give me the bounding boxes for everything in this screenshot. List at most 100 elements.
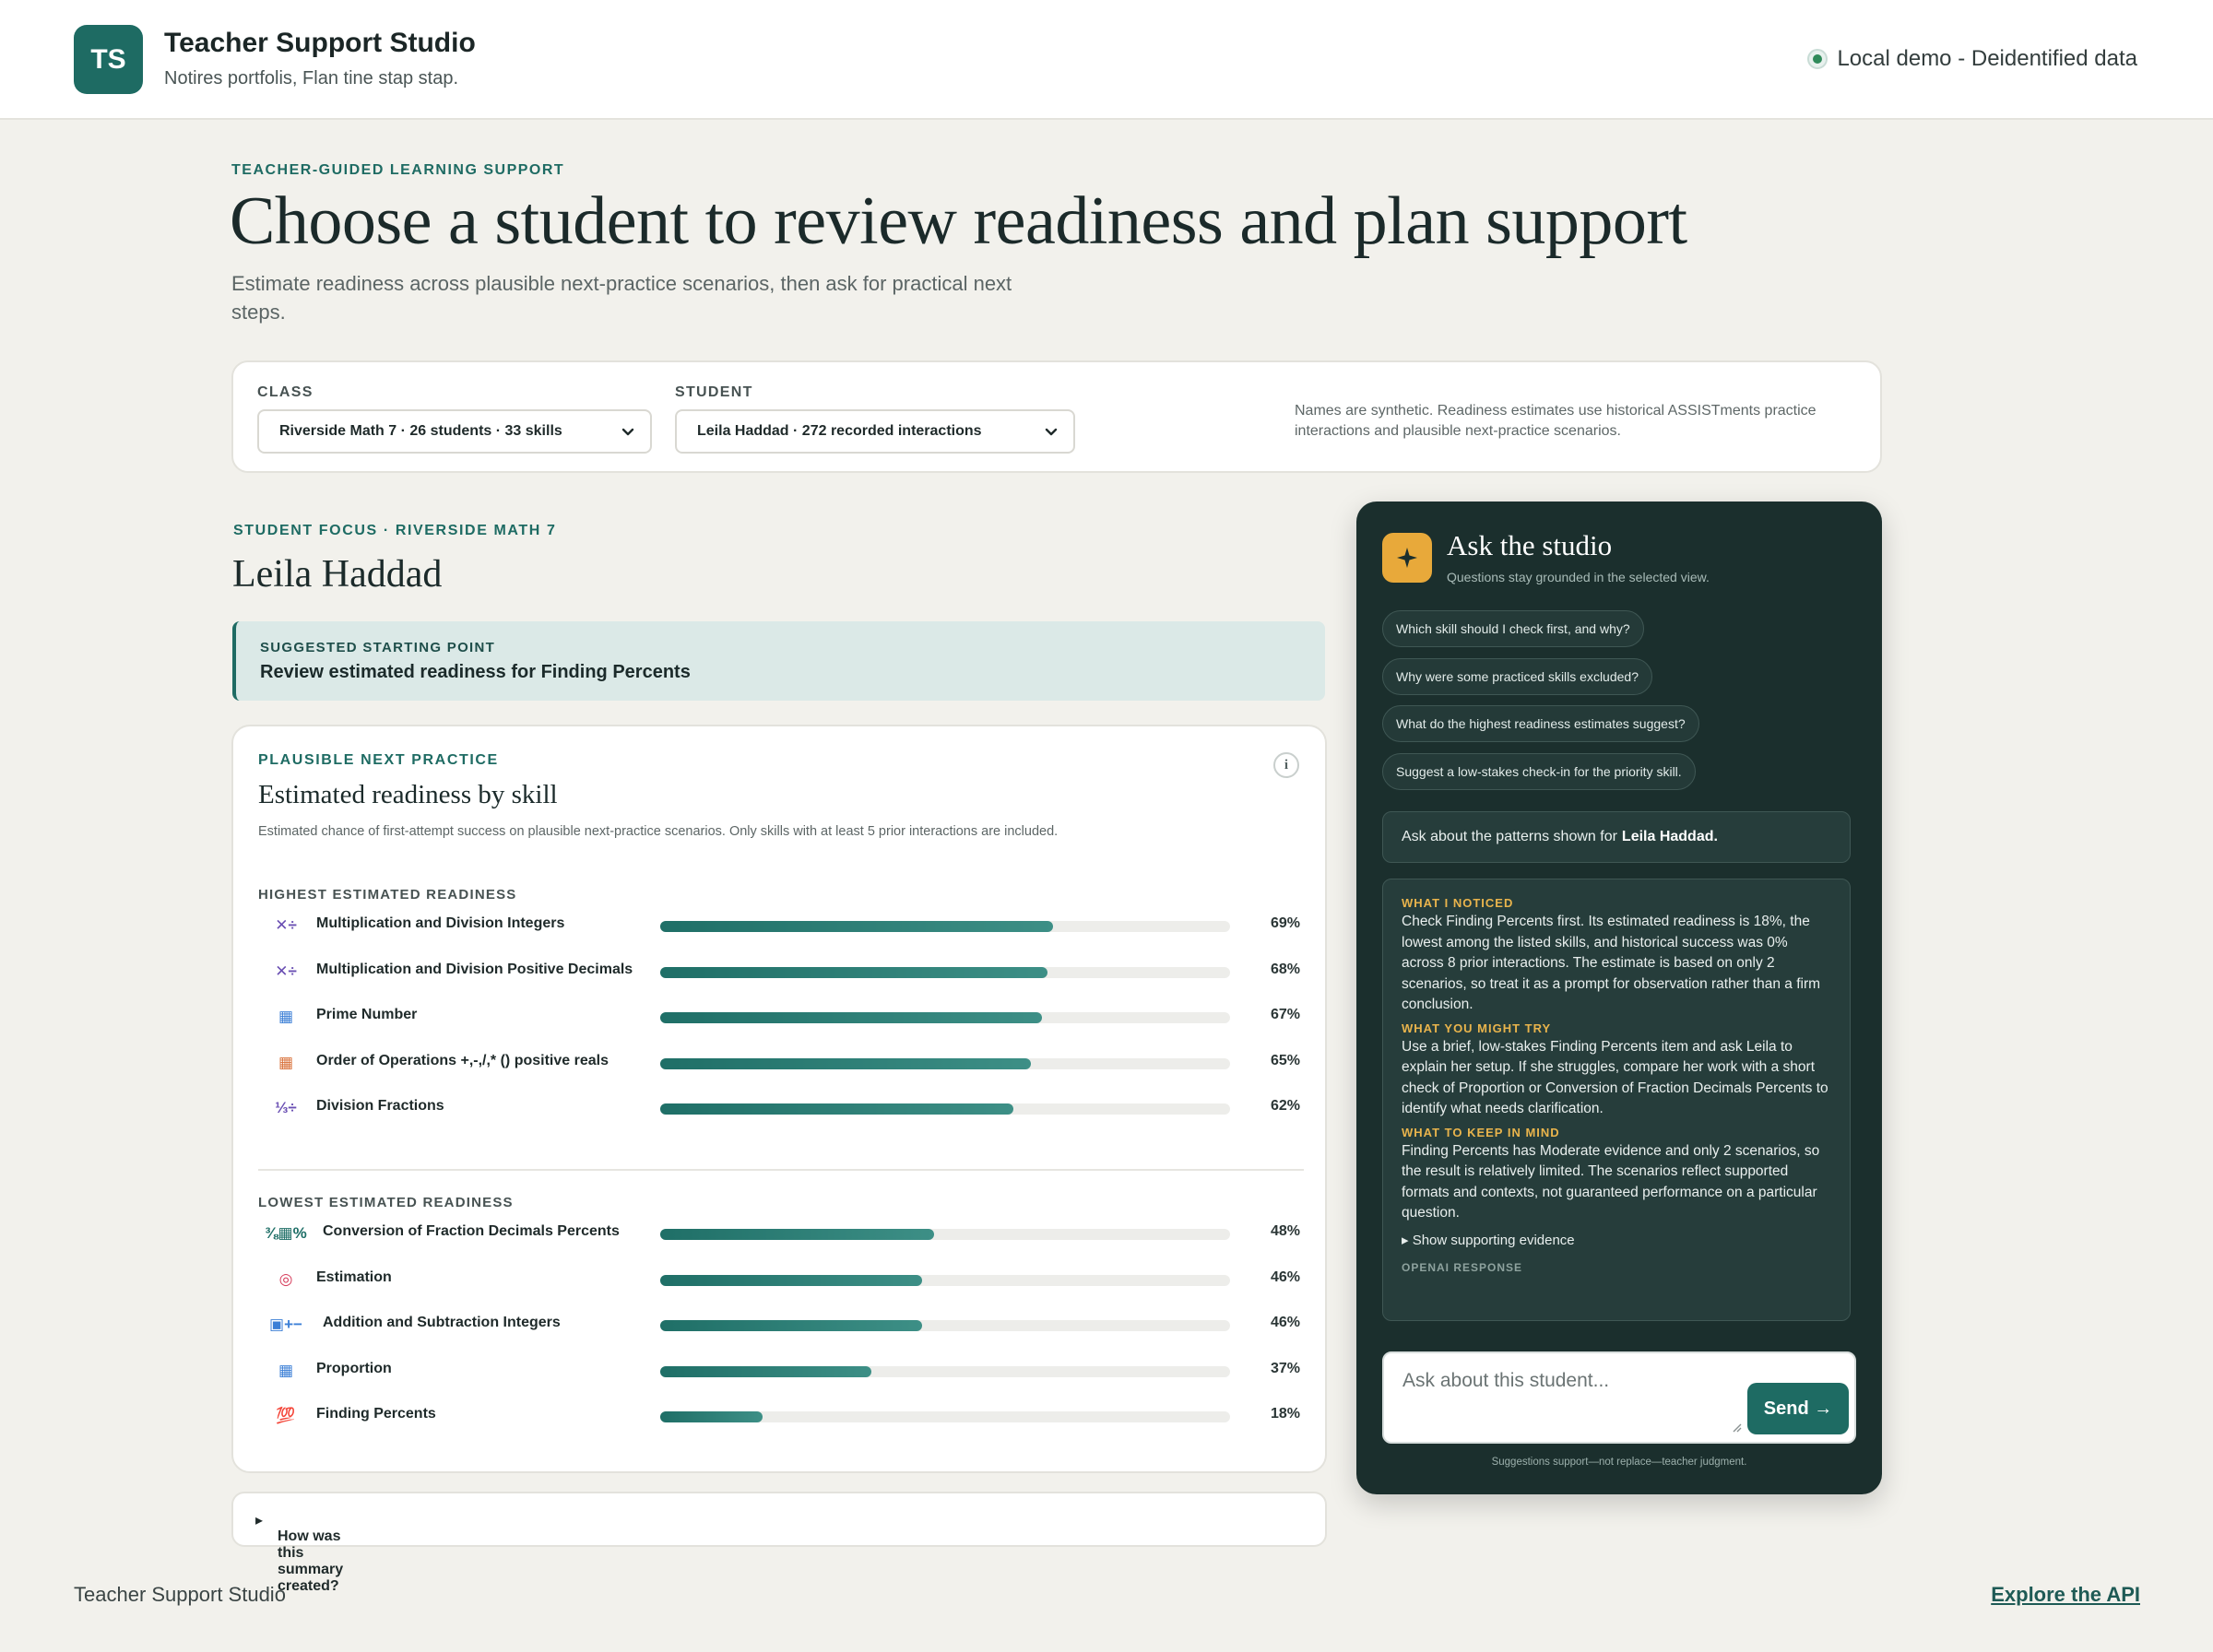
readiness-bar-track (660, 1229, 1230, 1240)
app-logo: TS (74, 25, 143, 94)
readiness-percent: 48% (1270, 1223, 1300, 1239)
skill-row: ✕÷ Multiplication and Division Positive D… (258, 953, 1304, 990)
student-label: STUDENT (675, 384, 753, 400)
filter-panel: CLASS Riverside Math 7 · 26 students · 3… (231, 360, 1882, 473)
readiness-percent: 65% (1270, 1052, 1300, 1068)
skill-row: ▦ Proportion 37% (258, 1352, 1304, 1389)
suggestion-chip[interactable]: What do the highest readiness estimates … (1382, 705, 1699, 742)
target-icon: ◎ (278, 1269, 293, 1288)
skill-name: Prime Number (316, 1007, 418, 1023)
readiness-bar-fill (660, 1274, 923, 1286)
suggest-text: Review estimated readiness for Finding P… (260, 662, 691, 682)
skill-row: ▦ Order of Operations +,-,/,* () positive… (258, 1044, 1304, 1081)
fraction-divide-icon: ⅓÷ (275, 1099, 297, 1117)
readiness-bar-track (660, 1320, 1230, 1332)
readiness-bar-fill (660, 1103, 1014, 1115)
ask-studio-panel: Ask the studio Questions stay grounded i… (1356, 502, 1882, 1494)
skill-name: Estimation (316, 1268, 392, 1285)
readiness-bar-fill (660, 1229, 934, 1240)
number-grid-icon: ▦ (278, 1008, 294, 1026)
studio-title: Ask the studio (1447, 529, 1613, 561)
send-button[interactable]: Send → (1747, 1383, 1849, 1434)
skill-row: ⅓÷ Division Fractions 62% (258, 1090, 1304, 1127)
environment-label: Local demo - Deidentified data (1837, 46, 2137, 71)
skill-row: 💯 Finding Percents 18% (258, 1398, 1304, 1434)
hero-eyebrow: TEACHER-GUIDED LEARNING SUPPORT (231, 162, 565, 178)
keep-heading: WHAT TO KEEP IN MIND (1402, 1125, 1560, 1139)
readiness-bar-track (660, 1365, 1230, 1377)
how-created-disclosure[interactable]: ▸ How was this summary created? (231, 1492, 1327, 1594)
skill-row: ⅜▦% Conversion of Fraction Decimals Perce… (258, 1215, 1304, 1252)
skill-row: ▦ Prime Number 67% (258, 998, 1304, 1035)
readiness-bar-fill (660, 1411, 763, 1423)
resize-handle-icon[interactable] (1731, 1422, 1742, 1433)
skill-name: Multiplication and Division Positive Dec… (316, 961, 633, 977)
show-evidence-label: Show supporting evidence (1412, 1232, 1575, 1248)
response-source: OPENAI RESPONSE (1402, 1260, 1523, 1274)
fraction-decimal-percent-icon: ⅜▦% (265, 1224, 307, 1242)
readiness-bar-fill (660, 1057, 1031, 1069)
readiness-percent: 62% (1270, 1098, 1300, 1115)
readiness-percent: 37% (1270, 1360, 1300, 1376)
readiness-bar-track (660, 966, 1230, 978)
suggestion-chip[interactable]: Why were some practiced skills excluded? (1382, 658, 1652, 695)
app-subtitle: Notires portfolis, Flan tine stap stap. (164, 68, 459, 88)
multiply-divide-icon: ✕÷ (275, 916, 297, 934)
ask-input[interactable] (1402, 1370, 1734, 1392)
readiness-bar-fill (660, 1320, 923, 1332)
readiness-percent: 69% (1270, 915, 1300, 931)
skill-row: ▣+− Addition and Subtraction Integers 46% (258, 1306, 1304, 1343)
readiness-percent: 46% (1270, 1268, 1300, 1285)
class-select-value: Riverside Math 7 · 26 students · 33 skil… (279, 423, 562, 439)
studio-footnote: Suggestions support—not replace—teacher … (1491, 1457, 1747, 1468)
how-created-label: ▸ How was this summary created? (255, 1513, 344, 1594)
page-lede: Estimate readiness across plausible next… (231, 272, 1012, 324)
status-dot-icon (1807, 49, 1828, 69)
sparkle-icon (1382, 533, 1432, 583)
skill-name: Conversion of Fraction Decimals Percents (323, 1223, 620, 1239)
readiness-bar-track (660, 1411, 1230, 1423)
suggested-starting-point: SUGGESTED STARTING POINT Review estimate… (232, 621, 1325, 701)
lowest-readiness-label: LOWEST ESTIMATED READINESS (258, 1195, 514, 1210)
explore-api-link[interactable]: Explore the API (1991, 1583, 2140, 1607)
class-select[interactable]: Riverside Math 7 · 26 students · 33 skil… (257, 409, 652, 454)
readiness-percent: 67% (1270, 1007, 1300, 1023)
class-label: CLASS (257, 384, 314, 400)
readiness-card: PLAUSIBLE NEXT PRACTICE Estimated readin… (231, 725, 1327, 1473)
chevron-down-icon (1045, 428, 1058, 436)
prompt-prefix: Ask about the patterns shown for (1402, 829, 1617, 844)
keep-text: Finding Percents has Moderate evidence a… (1402, 1142, 1820, 1221)
prompt-student: Leila Haddad. (1621, 829, 1718, 844)
readiness-percent: 68% (1270, 961, 1300, 977)
section-divider (258, 1169, 1304, 1171)
skill-name: Finding Percents (316, 1406, 436, 1422)
skill-name: Order of Operations +,-,/,* () positive … (316, 1052, 609, 1068)
suggestion-chip[interactable]: Suggest a low-stakes check-in for the pr… (1382, 753, 1696, 790)
student-select-value: Leila Haddad · 272 recorded interactions (697, 423, 982, 439)
readiness-bar-track (660, 1274, 1230, 1286)
show-evidence-toggle[interactable]: ▸ Show supporting evidence (1402, 1232, 1831, 1248)
readiness-title: Estimated readiness by skill (258, 780, 558, 809)
suggestion-chip[interactable]: Which skill should I check first, and wh… (1382, 610, 1644, 647)
data-note: Names are synthetic. Readiness estimates… (1295, 403, 1817, 439)
readiness-percent: 18% (1270, 1406, 1300, 1422)
assistant-response: WHAT I NOTICED Check Finding Percents fi… (1382, 879, 1851, 1321)
student-name: Leila Haddad (232, 553, 443, 596)
skill-row: ◎ Estimation 46% (258, 1261, 1304, 1298)
readiness-bar-track (660, 921, 1230, 932)
noticed-text: Check Finding Percents first. Its estima… (1402, 914, 1821, 1012)
skill-row: ✕÷ Multiplication and Division Integers 69… (258, 907, 1304, 944)
readiness-bar-fill (660, 921, 1054, 932)
ask-composer: Send → (1382, 1351, 1856, 1444)
skill-name: Addition and Subtraction Integers (323, 1315, 561, 1331)
info-icon[interactable]: i (1273, 752, 1299, 778)
readiness-percent: 46% (1270, 1315, 1300, 1331)
readiness-bar-fill (660, 1365, 871, 1377)
hundred-points-icon: 💯 (276, 1407, 296, 1425)
skill-name: Division Fractions (316, 1098, 444, 1115)
studio-subtitle: Questions stay grounded in the selected … (1447, 570, 1710, 584)
readiness-bar-track (660, 1057, 1230, 1069)
student-select[interactable]: Leila Haddad · 272 recorded interactions (675, 409, 1075, 454)
highest-readiness-label: HIGHEST ESTIMATED READINESS (258, 887, 517, 903)
readiness-bar-track (660, 1103, 1230, 1115)
